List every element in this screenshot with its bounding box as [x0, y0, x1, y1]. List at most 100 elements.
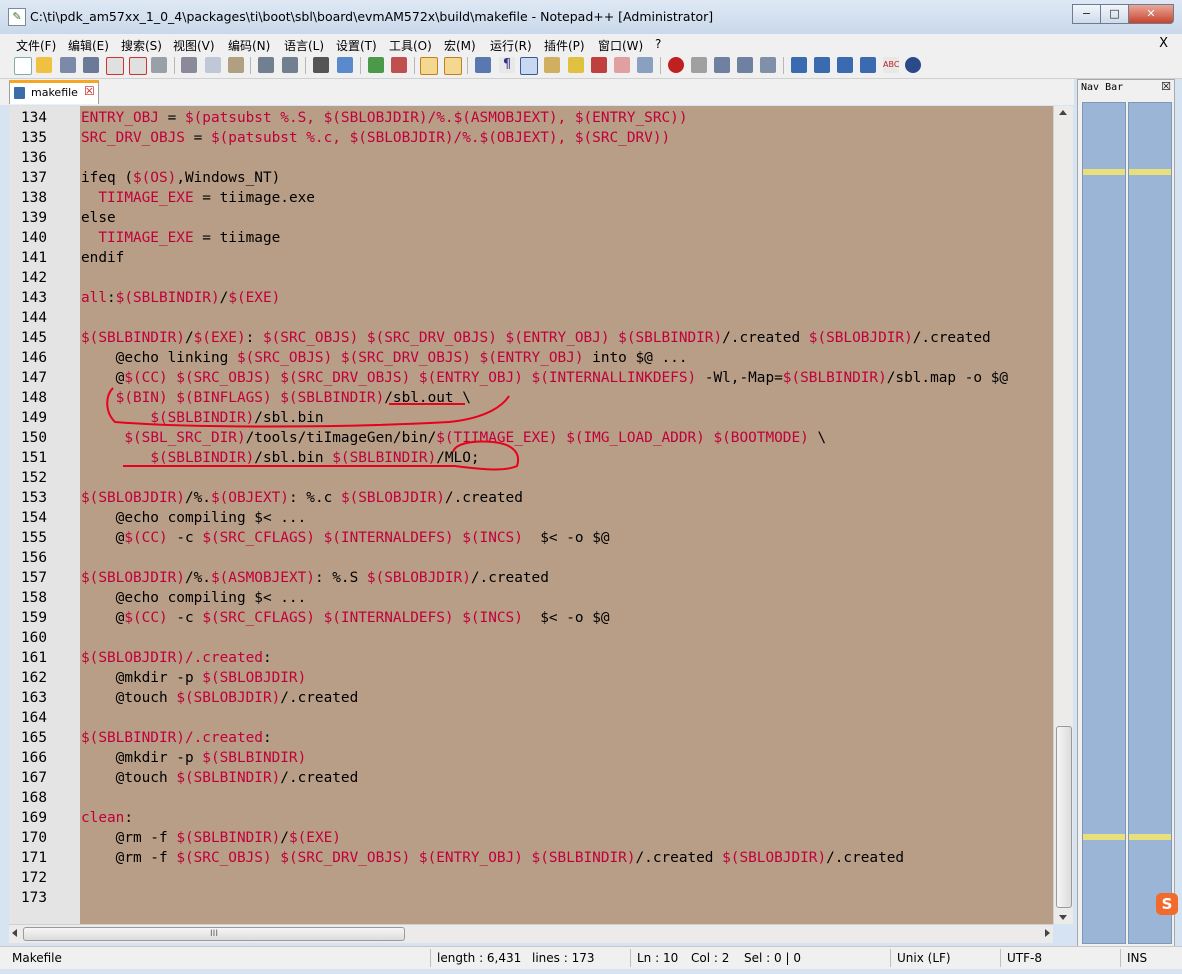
- line-number: 171: [21, 850, 47, 866]
- menu-help[interactable]: ?: [655, 37, 661, 51]
- menu-window[interactable]: 窗口(W): [598, 37, 643, 54]
- macro-token: $(patsubst %.S, $(SBLOBJDIR)/%.$(ASMOBJE…: [184, 110, 688, 126]
- code-token: :: [262, 730, 272, 746]
- sync-vertical-icon[interactable]: [420, 57, 438, 75]
- indent-guide-icon[interactable]: [520, 57, 538, 75]
- nav-bar-close-icon[interactable]: ☒: [1161, 80, 1171, 93]
- save-icon[interactable]: [60, 57, 76, 73]
- compare-icon[interactable]: [860, 57, 876, 73]
- horizontal-scrollbar[interactable]: III: [9, 924, 1053, 943]
- code-text: $(SBL_SRC_DIR)/tools/tiImageGen/bin/$(TI…: [81, 428, 826, 448]
- next-icon[interactable]: [837, 57, 853, 73]
- vertical-scrollbar[interactable]: [1053, 106, 1073, 924]
- replace-icon[interactable]: [337, 57, 353, 73]
- run-macro-multiple-icon[interactable]: [737, 57, 753, 73]
- close-document-button[interactable]: X: [1159, 36, 1168, 51]
- line-number: 169: [21, 810, 47, 826]
- word-wrap-icon[interactable]: [475, 57, 491, 73]
- menu-plugins[interactable]: 插件(P): [544, 37, 585, 54]
- maximize-button[interactable]: □: [1100, 4, 1129, 24]
- close-all-icon[interactable]: [129, 57, 147, 75]
- plugin-icon[interactable]: [905, 57, 921, 73]
- save-macro-icon[interactable]: [760, 57, 776, 73]
- line-number: 135: [21, 130, 47, 146]
- status-line-number: Ln : 10: [637, 951, 679, 965]
- zoom-in-icon[interactable]: [368, 57, 384, 73]
- code-token: = tiimage.exe: [193, 190, 315, 206]
- code-text: $(SBLOBJDIR)/.created:: [81, 648, 272, 668]
- macro-token: $(SBLOBJDIR): [202, 670, 307, 686]
- line-number: 173: [21, 890, 47, 906]
- find-icon[interactable]: [313, 57, 329, 73]
- menu-run[interactable]: 运行(R): [490, 37, 532, 54]
- line-number: 146: [21, 350, 47, 366]
- function-list-icon[interactable]: [591, 57, 607, 73]
- save-state-icon: [14, 87, 25, 99]
- new-file-icon[interactable]: [14, 57, 32, 75]
- stop-macro-icon[interactable]: [691, 57, 707, 73]
- menu-encoding[interactable]: 编码(N): [228, 37, 270, 54]
- spell-check-icon[interactable]: ABC: [883, 57, 899, 73]
- code-token: /: [184, 330, 194, 346]
- code-editor[interactable]: 134 ENTRY_OBJ = $(patsubst %.S, $(SBLOBJD…: [9, 106, 1053, 924]
- sogou-input-icon[interactable]: S: [1156, 893, 1178, 915]
- close-tab-icon[interactable]: ☒: [84, 85, 96, 97]
- code-token: $< -o $@: [522, 530, 610, 546]
- code-line: 170 @rm -f $(SBLBINDIR)/$(EXE): [9, 828, 1053, 848]
- minimize-button[interactable]: −: [1072, 4, 1101, 24]
- record-macro-icon[interactable]: [668, 57, 684, 73]
- tab-makefile[interactable]: makefile ☒: [9, 80, 99, 104]
- status-lines: lines : 173: [532, 951, 595, 965]
- vertical-scroll-thumb[interactable]: [1056, 726, 1072, 908]
- zoom-out-icon[interactable]: [391, 57, 407, 73]
- paste-icon[interactable]: [228, 57, 244, 73]
- scroll-left-icon[interactable]: [12, 929, 17, 937]
- scroll-right-icon[interactable]: [1045, 929, 1050, 937]
- scroll-down-icon[interactable]: [1059, 915, 1067, 920]
- undo-icon[interactable]: [258, 57, 274, 73]
- code-line: 142: [9, 268, 1053, 288]
- code-text: TIIMAGE_EXE = tiimage: [81, 228, 280, 248]
- sync-horizontal-icon[interactable]: [444, 57, 462, 75]
- folder-workspace-icon[interactable]: [614, 57, 630, 73]
- redo-icon[interactable]: [282, 57, 298, 73]
- code-line: 150 $(SBL_SRC_DIR)/tools/tiImageGen/bin/…: [9, 428, 1053, 448]
- code-line: 154 @echo compiling $< ...: [9, 508, 1053, 528]
- nav-column-left[interactable]: [1082, 102, 1126, 944]
- menu-settings[interactable]: 设置(T): [336, 37, 377, 54]
- code-text: @$(CC) $(SRC_OBJS) $(SRC_DRV_OBJS) $(ENT…: [81, 368, 1008, 388]
- close-window-button[interactable]: ✕: [1128, 4, 1174, 24]
- menu-language[interactable]: 语言(L): [284, 37, 324, 54]
- horizontal-scroll-thumb[interactable]: III: [23, 927, 405, 941]
- scroll-up-icon[interactable]: [1059, 110, 1067, 115]
- play-macro-icon[interactable]: [714, 57, 730, 73]
- collapse-icon[interactable]: [791, 57, 807, 73]
- menu-search[interactable]: 搜索(S): [121, 37, 162, 54]
- code-token: @: [81, 530, 125, 546]
- code-text: all:$(SBLBINDIR)/$(EXE): [81, 288, 280, 308]
- menu-view[interactable]: 视图(V): [173, 37, 215, 54]
- copy-icon[interactable]: [205, 57, 221, 73]
- code-line: 169 clean:: [9, 808, 1053, 828]
- doc-map-icon[interactable]: [568, 57, 584, 73]
- print-icon[interactable]: [151, 57, 167, 73]
- menu-tools[interactable]: 工具(O): [389, 37, 432, 54]
- menu-macro[interactable]: 宏(M): [444, 37, 476, 54]
- code-token: @echo compiling $< ...: [81, 510, 307, 526]
- show-all-chars-icon[interactable]: ¶: [499, 57, 515, 73]
- close-file-icon[interactable]: [106, 57, 124, 75]
- save-all-icon[interactable]: [83, 57, 99, 73]
- code-token: /.created: [444, 490, 523, 506]
- nav-column-right[interactable]: [1128, 102, 1172, 944]
- code-line: 165 $(SBLBINDIR)/.created:: [9, 728, 1053, 748]
- line-number: 156: [21, 550, 47, 566]
- monitoring-icon[interactable]: [637, 57, 653, 73]
- previous-icon[interactable]: [814, 57, 830, 73]
- open-file-icon[interactable]: [36, 57, 52, 73]
- cut-icon[interactable]: [181, 57, 197, 73]
- user-language-icon[interactable]: [544, 57, 560, 73]
- status-insert-mode: INS: [1127, 951, 1148, 965]
- code-text: $(SBLBINDIR)/sbl.bin $(SBLBINDIR)/MLO;: [81, 448, 479, 468]
- menu-edit[interactable]: 编辑(E): [68, 37, 109, 54]
- menu-file[interactable]: 文件(F): [16, 37, 56, 54]
